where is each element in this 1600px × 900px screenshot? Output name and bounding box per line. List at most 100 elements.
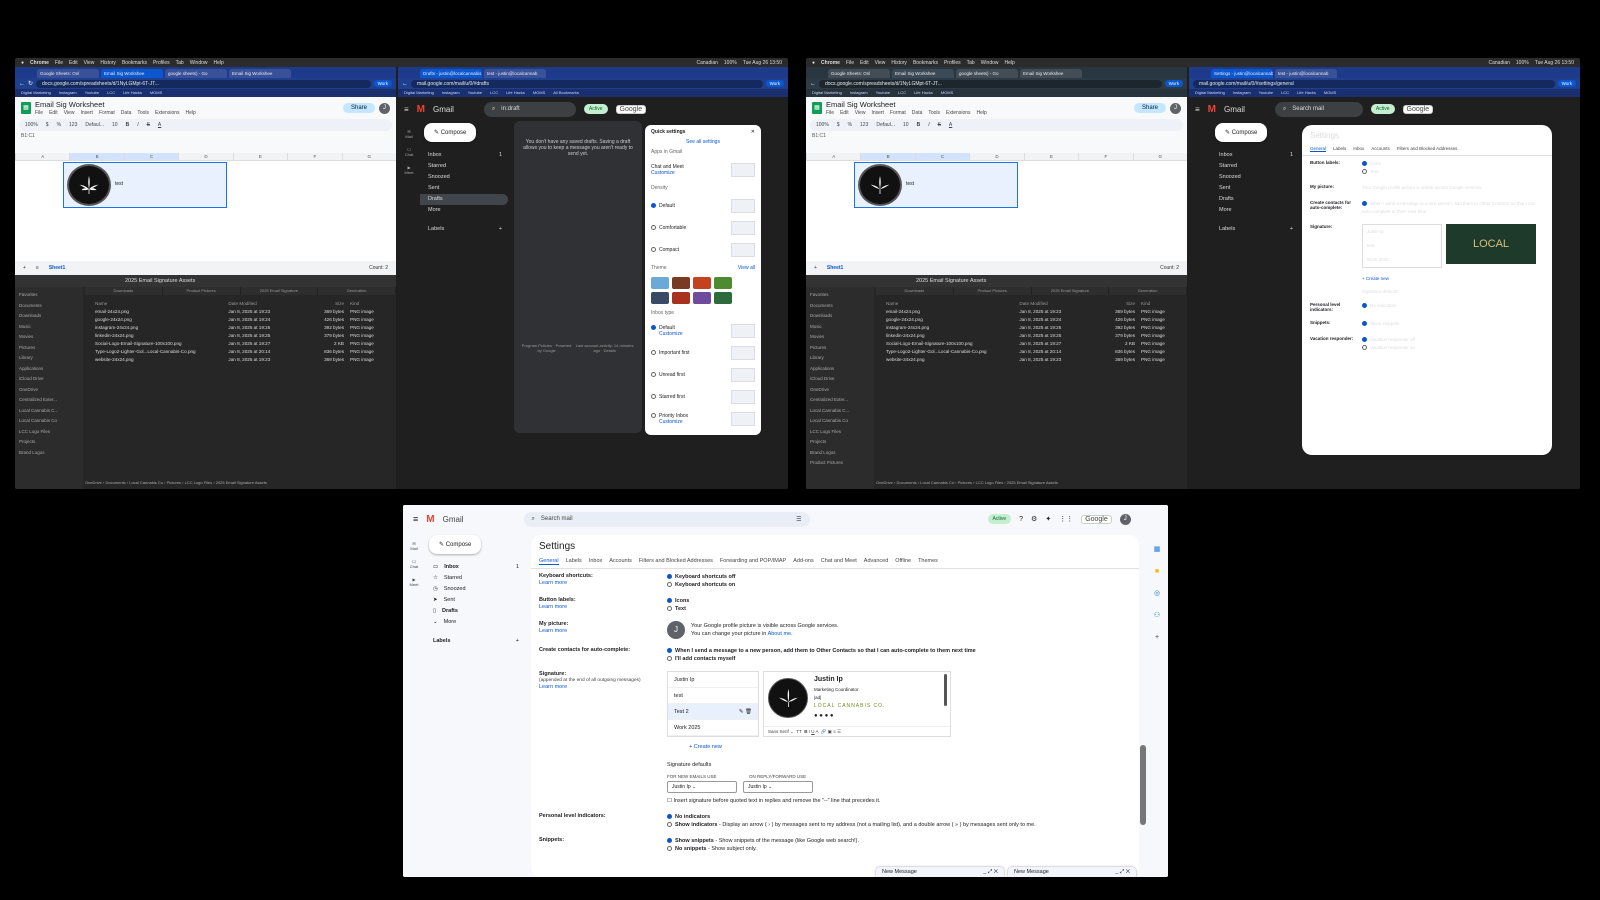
search-input[interactable]: ⌕ Search mail <box>1274 101 1363 117</box>
sheets-menu-extensions[interactable]: Extensions <box>155 110 179 116</box>
sheets-logo-icon[interactable]: ▦ <box>21 102 31 114</box>
radio-show-snippets[interactable]: Show snippets - Show snippets of the mes… <box>667 838 859 844</box>
footer-program-policies[interactable]: Program Policies · Powered by Google <box>520 343 573 353</box>
tab-general[interactable]: General <box>539 558 559 565</box>
density-compact[interactable]: Compact <box>645 239 761 261</box>
radio-text[interactable]: Text <box>667 606 686 612</box>
bold-button[interactable]: B <box>126 122 130 128</box>
profile-button[interactable]: Work <box>1557 80 1576 87</box>
density-comfortable[interactable]: Comfortable <box>645 217 761 239</box>
back-icon[interactable]: ← <box>19 81 25 87</box>
zoom-select[interactable]: 100% <box>25 122 38 128</box>
nav-sent[interactable]: Sent <box>420 183 508 194</box>
gmail-logo-icon[interactable]: M <box>417 104 425 115</box>
sheets-menu-view[interactable]: View <box>64 110 75 116</box>
address-bar[interactable]: docs.google.com/spreadsheets/d/1NyLGMpt-… <box>819 79 1162 88</box>
theme-swatch[interactable] <box>714 277 732 289</box>
sidebar-music[interactable]: Music <box>19 322 79 333</box>
sidebar-pictures[interactable]: Pictures <box>19 343 79 354</box>
radio-no-indicators[interactable]: No indicators <box>667 814 710 820</box>
learn-more-link[interactable]: Learn more <box>539 684 659 690</box>
reply-signature-select[interactable]: Justin Ip ⌄ <box>743 781 813 793</box>
add-sheet-icon[interactable]: + <box>814 265 817 271</box>
back-icon[interactable]: ← <box>402 81 408 87</box>
bookmark-life-hacks[interactable]: Life Hacks <box>914 89 933 97</box>
cell-c1[interactable]: test <box>906 181 914 187</box>
tab-addons[interactable]: Add-ons <box>793 558 814 565</box>
sidebar-movies[interactable]: Movies <box>19 332 79 343</box>
bookmark-instagram[interactable]: Instagram <box>59 89 77 97</box>
menu-profiles[interactable]: Profiles <box>944 60 961 66</box>
account-avatar[interactable]: J <box>1119 513 1131 525</box>
help-icon[interactable]: ? <box>1019 516 1023 523</box>
customize-link[interactable]: Customize <box>651 170 675 176</box>
share-button[interactable]: Share <box>342 103 375 113</box>
edit-pencil-icon[interactable]: ✎ <box>739 709 744 715</box>
nav-starred[interactable]: Starred <box>420 161 508 172</box>
sidebar-applications[interactable]: Applications <box>19 364 79 375</box>
nav-drafts[interactable]: ▯ Drafts <box>425 606 525 617</box>
address-bar[interactable]: mail.google.com/mail/u/0/#drafts <box>411 79 763 88</box>
tab-offline[interactable]: Offline <box>895 558 911 565</box>
sheets-menu-file[interactable]: File <box>35 110 43 116</box>
col-name[interactable]: Name <box>95 300 228 308</box>
nav-drafts[interactable]: Drafts <box>420 194 508 205</box>
active-status-badge[interactable]: Active <box>987 514 1012 524</box>
nav-starred[interactable]: ☆ Starred <box>425 573 525 584</box>
rail-mail-icon[interactable]: ✉ Mail <box>403 541 425 551</box>
number-format-button[interactable]: 123 <box>69 122 77 128</box>
about-me-link[interactable]: About me <box>768 631 792 637</box>
view-all-themes-link[interactable]: View all <box>738 265 755 271</box>
tab-email-sig-2[interactable]: Email Sig Workshee <box>229 69 291 78</box>
tab-chat-meet[interactable]: Chat and Meet <box>821 558 857 565</box>
settings-gear-icon[interactable]: ⚙ <box>1031 515 1037 523</box>
sheets-menu-insert[interactable]: Insert <box>80 110 93 116</box>
name-box[interactable]: B1:C1 <box>15 131 396 141</box>
tab-filters[interactable]: Filters and Blocked Addresses <box>639 558 713 565</box>
add-label-icon[interactable]: + <box>516 638 519 644</box>
file-row[interactable]: Social-Logo-Email-Signature-100x100.png J… <box>886 340 1181 348</box>
menu-bookmarks[interactable]: Bookmarks <box>913 60 938 66</box>
tab-sheets[interactable]: Google Sheets: Onl <box>828 69 890 78</box>
radio-manual-contacts[interactable]: I'll add contacts myself <box>667 656 735 662</box>
signature-item[interactable]: test <box>668 688 758 704</box>
meet-icon[interactable]: ▶ Meet <box>398 165 420 175</box>
input-source[interactable]: Canadian <box>697 60 718 66</box>
sidebar-projects[interactable]: Projects <box>19 437 79 448</box>
bookmark-all[interactable]: All Bookmarks <box>553 89 579 97</box>
menu-view[interactable]: View <box>875 60 886 66</box>
sheets-logo-icon[interactable]: ▦ <box>812 102 822 114</box>
gmail-logo-icon[interactable]: M <box>1208 104 1216 115</box>
rail-meet-icon[interactable]: ▶ Meet <box>403 577 425 587</box>
bookmark-life-hacks[interactable]: Life Hacks <box>506 89 525 97</box>
create-new-signature-button[interactable]: + Create new <box>1302 272 1552 285</box>
tab-email-sig-2[interactable]: Email Sig Workshee <box>1020 69 1082 78</box>
radio-icons[interactable]: Icons <box>667 598 689 604</box>
col-header-g[interactable]: G <box>341 153 396 160</box>
sheets-menu-help[interactable]: Help <box>186 110 196 116</box>
menu-view[interactable]: View <box>84 60 95 66</box>
mail-icon[interactable]: ✉ Mail <box>398 129 420 139</box>
currency-button[interactable]: $ <box>46 122 49 128</box>
radio-no-snippets[interactable]: No snippets - Show subject only. <box>667 846 757 852</box>
col-header-a[interactable]: A <box>15 153 69 160</box>
inbox-priority[interactable]: Priority Inbox Customize <box>645 408 761 430</box>
tab-email-sig[interactable]: Email Sig Workshee <box>892 69 954 78</box>
menu-help[interactable]: Help <box>214 60 224 66</box>
profile-picture[interactable]: J <box>667 621 685 639</box>
inbox-important-first[interactable]: Important first <box>645 342 761 364</box>
learn-more-link[interactable]: Learn more <box>539 580 659 586</box>
col-date[interactable]: Date Modified <box>228 300 299 308</box>
menu-tab[interactable]: Tab <box>967 60 975 66</box>
menu-edit[interactable]: Edit <box>69 60 78 66</box>
tab-themes[interactable]: Themes <box>918 558 938 565</box>
nav-more[interactable]: More <box>420 205 508 216</box>
sidebar-documents[interactable]: Documents <box>19 301 79 312</box>
tab-accounts[interactable]: Accounts <box>609 558 632 565</box>
bookmark-lcc[interactable]: LCC <box>898 89 906 97</box>
compose-button[interactable]: ✎ Compose <box>1215 123 1268 142</box>
file-row[interactable]: website-24x24.png Jan 8, 2025 at 19:23 369… <box>95 356 390 364</box>
font-size-input[interactable]: 10 <box>112 122 118 128</box>
file-row[interactable]: Type-Logo2-Lighter-Gol...Local-Cannabis-… <box>886 348 1181 356</box>
learn-more-link[interactable]: Learn more <box>539 628 659 634</box>
